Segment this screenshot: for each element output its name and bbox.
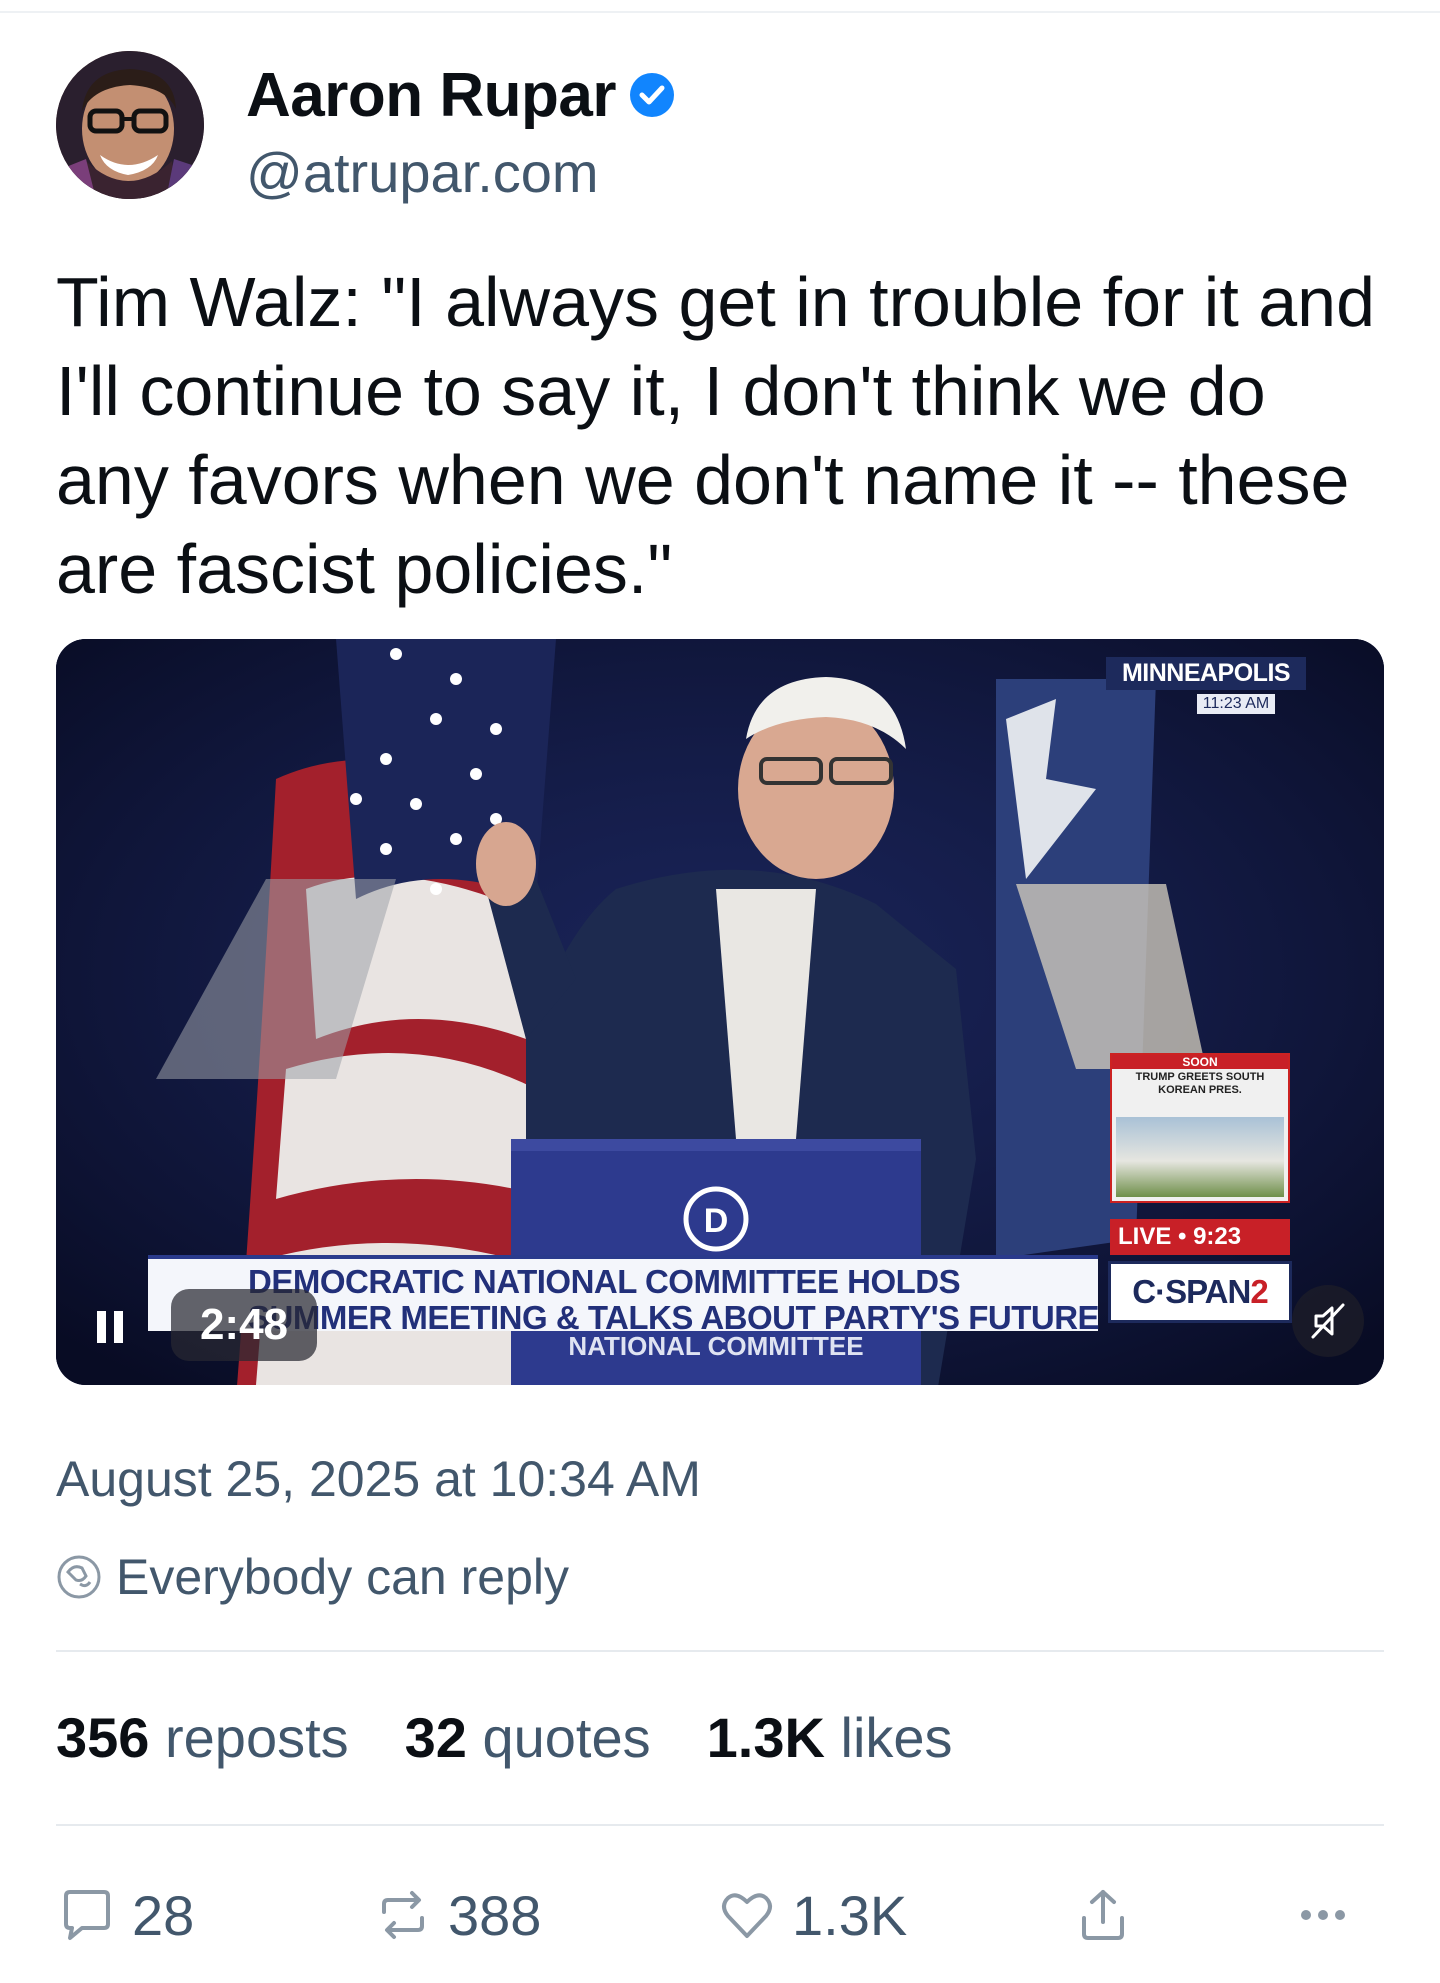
- pause-icon[interactable]: [90, 1307, 130, 1347]
- location-time: 11:23 AM: [1196, 694, 1276, 714]
- verified-icon: [629, 73, 674, 117]
- like-icon: [722, 1893, 772, 1938]
- network-logo: C·SPAN2: [1108, 1261, 1292, 1323]
- likes-label: likes: [840, 1706, 953, 1769]
- author-handle[interactable]: @atrupar.com: [246, 140, 599, 205]
- post-timestamp[interactable]: August 25, 2025 at 10:34 AM: [56, 1450, 701, 1508]
- author-name-row: Aaron Rupar: [246, 60, 676, 130]
- mute-icon[interactable]: [1292, 1285, 1364, 1357]
- podium-seal: D: [704, 1202, 729, 1240]
- likes-stat[interactable]: 1.3K likes: [707, 1705, 953, 1770]
- reply-setting-text: Everybody can reply: [116, 1549, 570, 1605]
- soon-panel: SOON TRUMP GREETS SOUTH KOREAN PRES.: [1110, 1053, 1290, 1203]
- repost-button[interactable]: 388: [372, 1880, 541, 1950]
- divider-top: [56, 1650, 1384, 1652]
- lower-third-line1: DEMOCRATIC NATIONAL COMMITTEE HOLDS: [248, 1263, 961, 1300]
- like-count: 1.3K: [792, 1883, 908, 1947]
- reply-setting[interactable]: Everybody can reply: [56, 1548, 569, 1606]
- repost-icon: [382, 1891, 424, 1939]
- reply-button[interactable]: 28: [56, 1880, 194, 1950]
- avatar[interactable]: [56, 51, 204, 199]
- reposts-label: reposts: [165, 1706, 349, 1769]
- location-badge: MINNEAPOLIS 11:23 AM: [1106, 657, 1306, 714]
- quotes-count: 32: [404, 1706, 467, 1769]
- reply-setting-icon: [57, 1555, 101, 1599]
- share-icon: [1082, 1890, 1124, 1940]
- post-text: Tim Walz: "I always get in trouble for i…: [56, 263, 1376, 608]
- soon-text: TRUMP GREETS SOUTH KOREAN PRES.: [1135, 1071, 1265, 1096]
- network-logo-text: C·SPAN: [1132, 1273, 1251, 1310]
- live-tag: LIVE • 9:23: [1110, 1219, 1290, 1255]
- quotes-label: quotes: [482, 1706, 651, 1769]
- reply-icon: [64, 1890, 110, 1940]
- divider-bottom: [56, 1824, 1384, 1826]
- engagement-stats: 356 reposts 32 quotes 1.3K likes: [56, 1705, 953, 1770]
- display-name[interactable]: Aaron Rupar: [246, 60, 616, 131]
- top-divider: [0, 11, 1440, 13]
- likes-count: 1.3K: [706, 1706, 825, 1769]
- reposts-count: 356: [56, 1706, 150, 1769]
- action-bar: 28 388 1.3K: [56, 1880, 1384, 1950]
- network-logo-number: 2: [1250, 1273, 1268, 1310]
- video-player[interactable]: D NATIONAL COMMITTEE MINNEAPOLIS 11:23 A…: [56, 639, 1384, 1385]
- more-button[interactable]: [1292, 1880, 1354, 1950]
- lower-third-line2: SUMMER MEETING & TALKS ABOUT PARTY'S FUT…: [248, 1299, 1100, 1336]
- soon-thumbnail: [1116, 1117, 1284, 1197]
- like-button[interactable]: 1.3K: [716, 1880, 907, 1950]
- reposts-stat[interactable]: 356 reposts: [56, 1705, 349, 1770]
- more-icon: [1301, 1910, 1345, 1920]
- quotes-stat[interactable]: 32 quotes: [405, 1705, 651, 1770]
- soon-label: SOON: [1112, 1055, 1288, 1069]
- video-duration: 2:48: [171, 1289, 317, 1361]
- repost-count: 388: [448, 1883, 542, 1947]
- reply-count: 28: [132, 1883, 195, 1947]
- share-button[interactable]: [1072, 1880, 1134, 1950]
- location-city: MINNEAPOLIS: [1106, 657, 1306, 690]
